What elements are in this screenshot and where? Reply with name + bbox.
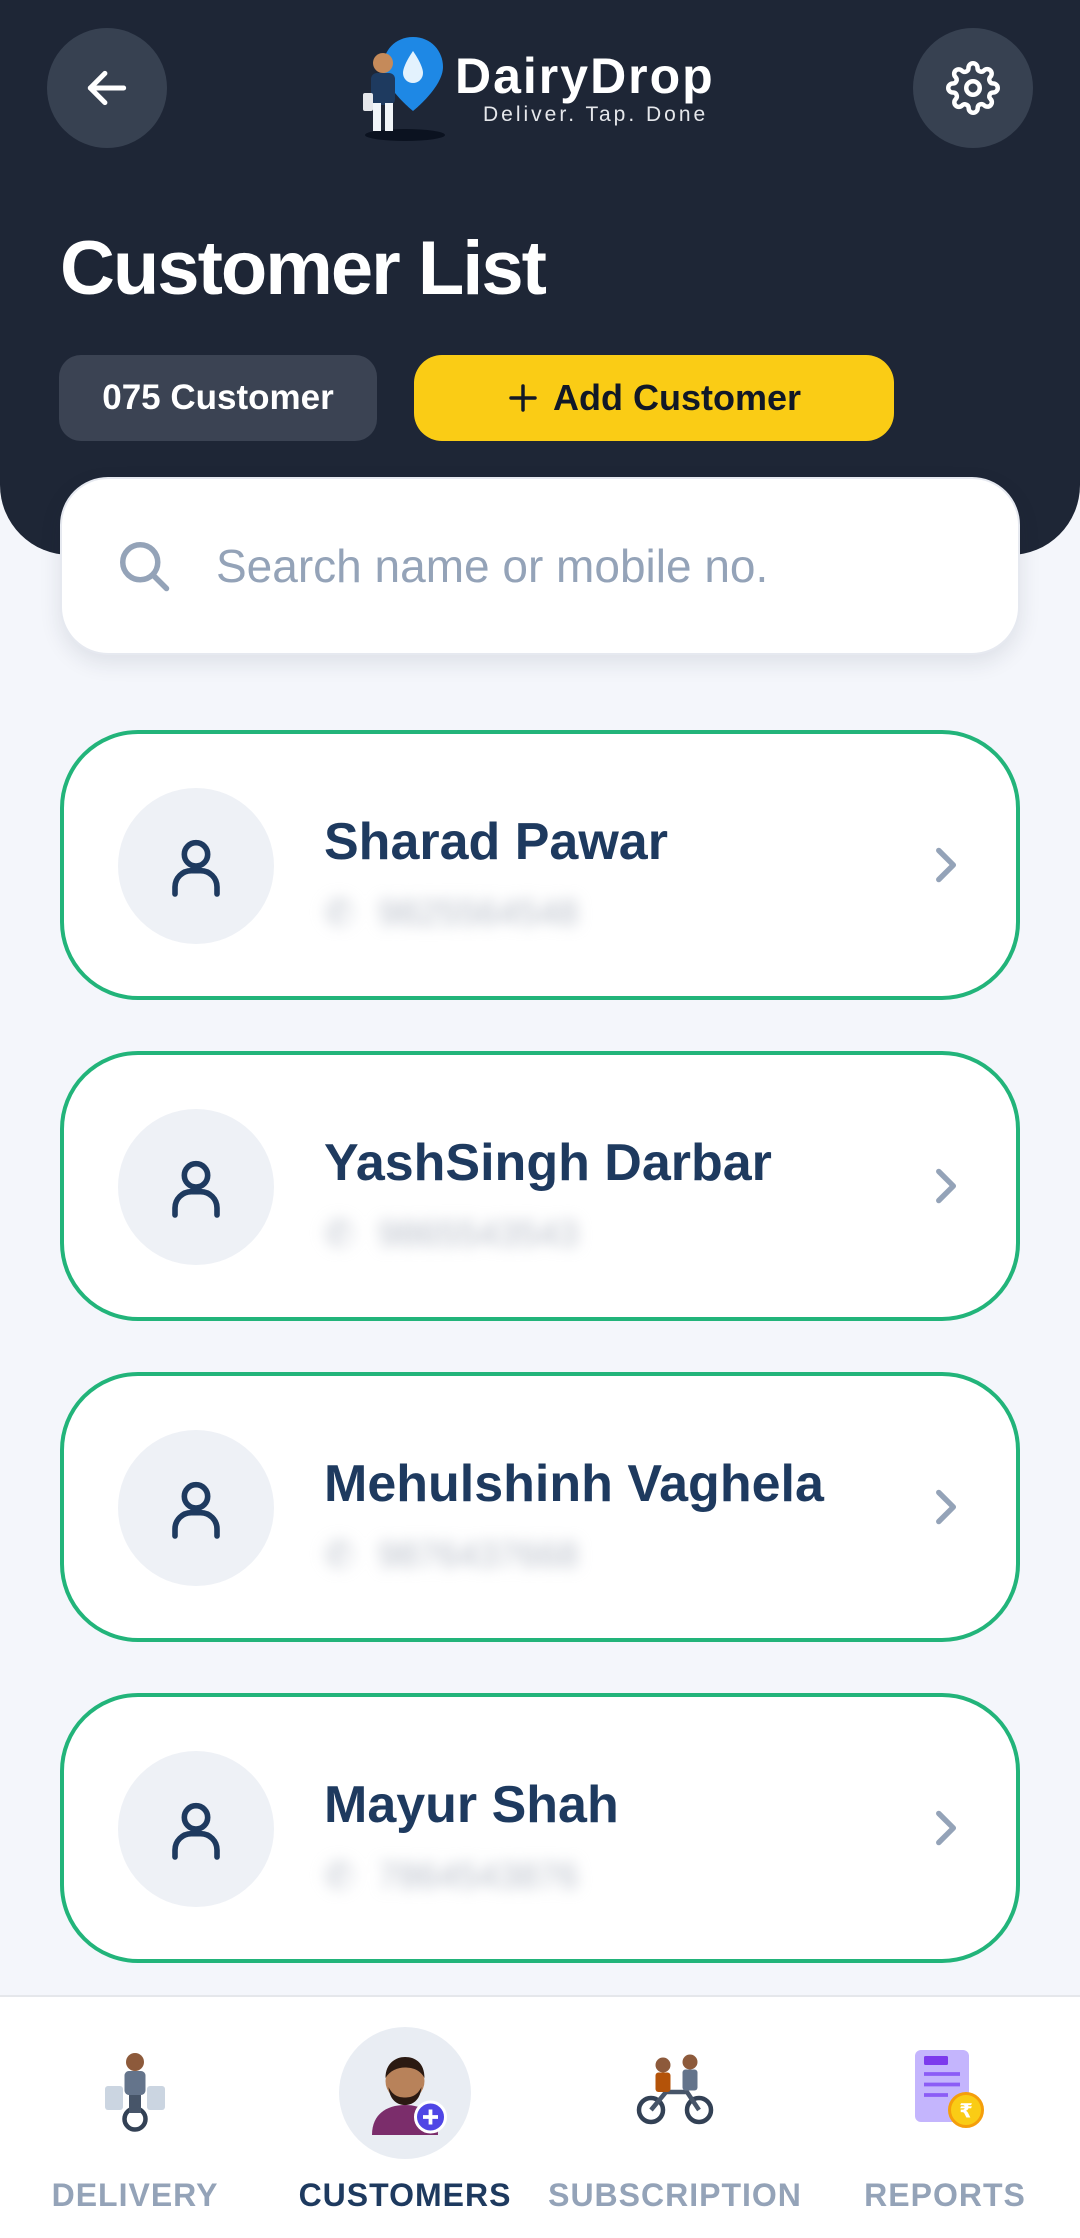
search-icon: [120, 542, 170, 592]
phone-icon: ✆: [324, 892, 355, 933]
customer-card[interactable]: Mayur Shah ✆ 7864543876: [60, 1693, 1020, 1963]
customer-card[interactable]: Mehulshinh Vaghela ✆ 9876437668: [60, 1372, 1020, 1642]
nav-item-customers[interactable]: CUSTOMERS: [270, 1997, 540, 2238]
nav-label-reports: REPORTS: [864, 2177, 1026, 2213]
avatar: [118, 1430, 274, 1586]
customer-name: YashSingh Darbar: [324, 1134, 772, 1192]
customer-add-icon: [339, 2027, 471, 2159]
settings-button[interactable]: [913, 28, 1033, 148]
customer-phone: ✆ 9865543543: [324, 1213, 578, 1255]
chevron-right-icon: [936, 1489, 957, 1525]
user-icon: [172, 1160, 220, 1218]
bottom-nav: DELIVERY CUSTOMERS SUBSCRIPTION ₹ REPORT…: [0, 1995, 1080, 2238]
phone-icon: ✆: [324, 1213, 355, 1254]
avatar: [118, 788, 274, 944]
app-tagline: Deliver. Tap. Done: [483, 102, 709, 126]
user-icon: [172, 1481, 220, 1539]
arrow-left-icon: [87, 70, 127, 106]
nav-item-subscription[interactable]: SUBSCRIPTION: [540, 1997, 810, 2238]
bill-report-icon: ₹: [895, 2039, 995, 2139]
customer-card[interactable]: Sharad Pawar ✆ 9825564548: [60, 730, 1020, 1000]
nav-label-customers: CUSTOMERS: [298, 2177, 512, 2213]
customer-count-badge: 075 Customer: [59, 355, 377, 441]
search-bar: [60, 477, 1020, 655]
phone-icon: ✆: [324, 1534, 355, 1575]
user-icon: [172, 839, 220, 897]
nav-label-delivery: DELIVERY: [51, 2177, 219, 2213]
customer-phone: ✆ 9876437668: [324, 1534, 578, 1576]
add-customer-button[interactable]: Add Customer: [414, 355, 894, 441]
customer-card[interactable]: YashSingh Darbar ✆ 9865543543: [60, 1051, 1020, 1321]
customer-name: Sharad Pawar: [324, 813, 668, 871]
nav-label-subscription: SUBSCRIPTION: [548, 2177, 802, 2213]
page-title: Customer List: [60, 226, 547, 311]
user-icon: [172, 1802, 220, 1860]
phone-icon: ✆: [324, 1855, 355, 1896]
customer-phone-number: 9876437668: [378, 1534, 579, 1575]
subscription-bike-icon: [625, 2039, 725, 2139]
dairydrop-logo-icon: [355, 33, 445, 143]
add-customer-label: Add Customer: [552, 377, 801, 418]
app-name: DairyDrop: [455, 47, 715, 104]
customer-name: Mehulshinh Vaghela: [324, 1455, 824, 1513]
chevron-right-icon: [936, 847, 957, 883]
plus-icon: [509, 384, 537, 412]
avatar: [118, 1109, 274, 1265]
header: DairyDrop Deliver. Tap. Done Customer Li…: [0, 0, 1080, 555]
avatar: [118, 1751, 274, 1907]
customer-phone: ✆ 9825564548: [324, 892, 578, 934]
chevron-right-icon: [936, 1168, 957, 1204]
back-button[interactable]: [47, 28, 167, 148]
customer-phone: ✆ 7864543876: [324, 1855, 578, 1897]
svg-text:₹: ₹: [959, 2100, 973, 2123]
app-logo: DairyDrop Deliver. Tap. Done: [355, 30, 715, 145]
nav-item-reports[interactable]: ₹ REPORTS: [810, 1997, 1080, 2238]
chevron-right-icon: [936, 1810, 957, 1846]
nav-item-delivery[interactable]: DELIVERY: [0, 1997, 270, 2238]
customer-phone-number: 7864543876: [378, 1855, 579, 1896]
customer-phone-number: 9825564548: [378, 892, 579, 933]
customer-count-label: 075 Customer: [102, 378, 334, 417]
customer-name: Mayur Shah: [324, 1776, 619, 1834]
delivery-rider-icon: [85, 2039, 185, 2139]
gear-icon: [946, 61, 1000, 115]
search-input[interactable]: [216, 539, 936, 593]
customer-phone-number: 9865543543: [378, 1213, 579, 1254]
